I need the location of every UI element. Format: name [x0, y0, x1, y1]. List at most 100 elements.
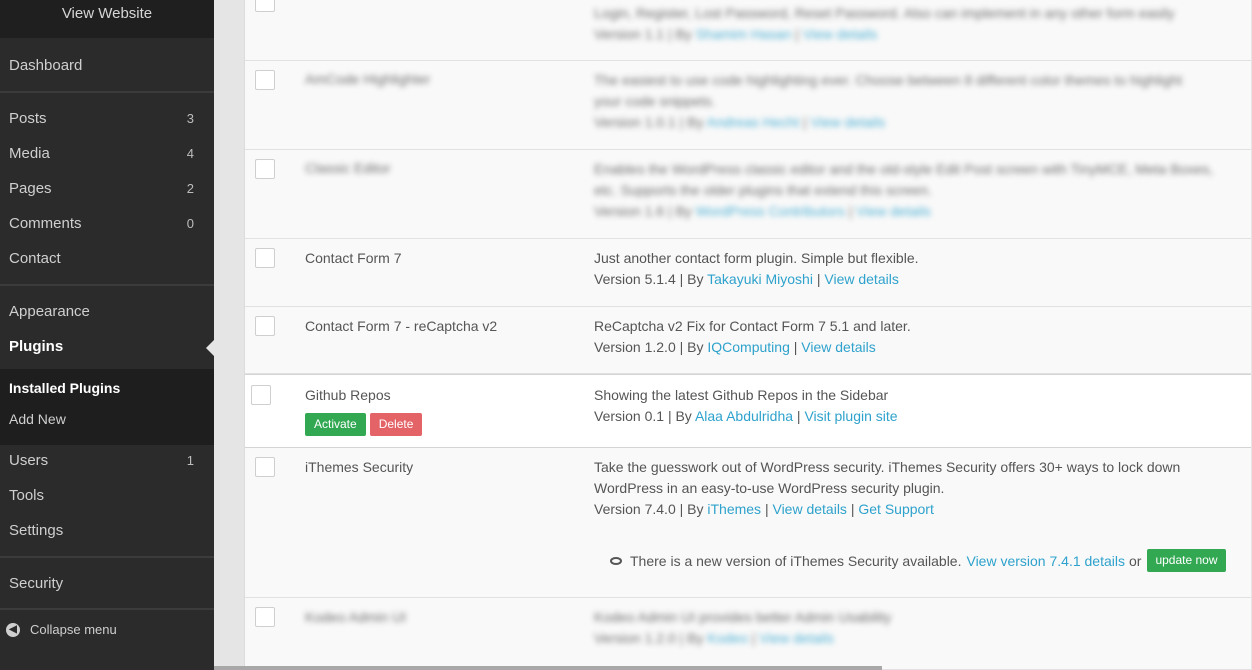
- plugin-version-line: Version 0.1 | By Alaa Abdulridha | Visit…: [594, 406, 1234, 427]
- plugin-row: Contact Form 7 Just another contact form…: [245, 239, 1251, 307]
- sidebar-separator: [0, 608, 214, 610]
- plugin-version: Version 1.2.0 | By: [594, 630, 704, 646]
- plugin-view-details-link[interactable]: View details: [759, 630, 833, 646]
- plugin-desc-line: your code snippets.: [594, 93, 716, 109]
- plugin-sep: |: [751, 630, 756, 646]
- plugin-view-details-link[interactable]: View details: [824, 271, 898, 287]
- plugin-sep: |: [796, 408, 801, 424]
- plugin-version-line: Version 1.1 | By Shamim Hasan | View det…: [594, 24, 1234, 45]
- sidebar-item-comments[interactable]: Comments 0: [0, 210, 214, 238]
- plugin-author-link[interactable]: Alaa Abdulridha: [695, 408, 793, 424]
- plugin-author-link[interactable]: Takayuki Miyoshi: [707, 271, 813, 287]
- plugins-list: Login, Register, Lost Password, Reset Pa…: [244, 0, 1251, 670]
- horizontal-scrollbar[interactable]: [214, 666, 882, 670]
- collapse-menu-label: Collapse menu: [30, 622, 117, 637]
- plugin-description: Just another contact form plugin. Simple…: [594, 248, 1234, 290]
- plugin-row: Contact Form 7 - reCaptcha v2 ReCaptcha …: [245, 307, 1251, 374]
- plugin-description: Take the guesswork out of WordPress secu…: [594, 457, 1234, 520]
- sidebar-item-appearance[interactable]: Appearance: [0, 298, 214, 326]
- plugin-checkbox[interactable]: [255, 316, 275, 336]
- plugin-author-link[interactable]: iThemes: [707, 501, 761, 517]
- plugin-view-details-link[interactable]: View details: [856, 203, 930, 219]
- plugin-author-link[interactable]: IQComputing: [707, 339, 789, 355]
- plugin-description: Login, Register, Lost Password, Reset Pa…: [594, 3, 1234, 45]
- plugin-get-support-link[interactable]: Get Support: [858, 501, 934, 517]
- plugin-row: Kodeo Admin UI Kodeo Admin UI provides b…: [245, 598, 1251, 670]
- plugin-site-link[interactable]: Visit plugin site: [804, 408, 897, 424]
- posts-count: 3: [186, 111, 194, 126]
- media-count: 4: [186, 146, 194, 161]
- plugin-desc-line: ReCaptcha v2 Fix for Contact Form 7 5.1 …: [594, 318, 911, 334]
- plugins-submenu: Installed Plugins Add New: [0, 369, 214, 445]
- update-now-button[interactable]: update now: [1147, 549, 1226, 572]
- update-icon: [610, 556, 622, 565]
- plugin-desc-line: The easiest to use code highlighting eve…: [594, 72, 1183, 88]
- plugin-desc-line: Enables the WordPress classic editor and…: [594, 161, 1214, 177]
- plugin-checkbox[interactable]: [255, 70, 275, 90]
- plugin-name: AmCode Highlighter: [305, 71, 431, 87]
- sidebar-separator: [0, 556, 214, 558]
- plugin-checkbox[interactable]: [251, 385, 271, 405]
- plugin-sep: |: [795, 26, 799, 42]
- plugin-desc-line: Showing the latest Github Repos in the S…: [594, 387, 889, 403]
- plugin-version-line: Version 1.2.0 | By IQComputing | View de…: [594, 337, 1234, 358]
- collapse-icon: ◀: [6, 623, 20, 637]
- sidebar-item-posts[interactable]: Posts 3: [0, 105, 214, 133]
- update-notice: There is a new version of iThemes Securi…: [610, 549, 1226, 572]
- sidebar-item-label: Media: [9, 145, 50, 162]
- plugin-author-link[interactable]: WordPress Contributors: [696, 203, 845, 219]
- plugin-view-details-link[interactable]: View details: [801, 339, 875, 355]
- plugin-checkbox[interactable]: [255, 457, 275, 477]
- plugin-version: Version 5.1.4 | By: [594, 271, 704, 287]
- sidebar-separator: [0, 91, 214, 93]
- comments-count: 0: [186, 216, 194, 231]
- submenu-add-new[interactable]: Add New: [0, 406, 214, 432]
- sidebar-item-users[interactable]: Users 1: [0, 447, 214, 475]
- plugin-desc-line: etc. Supports the older plugins that ext…: [594, 182, 932, 198]
- plugin-description: Enables the WordPress classic editor and…: [594, 159, 1234, 222]
- plugin-name: Github Repos: [305, 387, 391, 403]
- sidebar-item-dashboard[interactable]: Dashboard: [0, 52, 214, 80]
- sidebar-item-security[interactable]: Security: [0, 570, 214, 598]
- sidebar-item-settings[interactable]: Settings: [0, 517, 214, 545]
- users-count: 1: [186, 453, 194, 468]
- plugin-description: Kodeo Admin UI provides better Admin Usa…: [594, 607, 1234, 649]
- plugin-sep: |: [848, 203, 853, 219]
- sidebar-item-plugins[interactable]: Plugins: [0, 333, 214, 361]
- current-menu-pointer: [206, 340, 214, 356]
- plugin-version: Version 1.0.1 | By: [594, 114, 704, 130]
- delete-button[interactable]: Delete: [369, 413, 423, 436]
- sidebar-item-contact[interactable]: Contact: [0, 245, 214, 273]
- plugin-view-details-link[interactable]: View details: [772, 501, 846, 517]
- sidebar-item-label: Comments: [9, 215, 82, 232]
- submenu-installed-plugins[interactable]: Installed Plugins: [0, 375, 214, 401]
- plugin-view-details-link[interactable]: View details: [811, 114, 885, 130]
- view-website-link[interactable]: View Website: [0, 0, 214, 38]
- sidebar-item-media[interactable]: Media 4: [0, 140, 214, 168]
- sidebar-separator: [0, 284, 214, 286]
- sidebar-item-label: Posts: [9, 110, 47, 127]
- plugin-author-link[interactable]: Kodeo: [707, 630, 747, 646]
- plugin-row-github-repos: Github Repos Activate Delete Showing the…: [245, 374, 1251, 448]
- plugin-checkbox[interactable]: [255, 159, 275, 179]
- plugin-author-link[interactable]: Andreas Hecht: [707, 114, 800, 130]
- sidebar-item-tools[interactable]: Tools: [0, 482, 214, 510]
- activate-button[interactable]: Activate: [305, 413, 366, 436]
- collapse-menu-button[interactable]: ◀ Collapse menu: [6, 618, 117, 642]
- plugin-version: Version 1.6 | By: [594, 203, 692, 219]
- sidebar-item-label: Users: [9, 452, 49, 469]
- sidebar-item-pages[interactable]: Pages 2: [0, 175, 214, 203]
- plugin-view-details-link[interactable]: View details: [803, 26, 877, 42]
- plugin-desc-line: Kodeo Admin UI provides better Admin Usa…: [594, 609, 892, 625]
- plugin-checkbox[interactable]: [255, 607, 275, 627]
- plugin-author-link[interactable]: Shamim Hasan: [696, 26, 792, 42]
- update-notice-text: There is a new version of iThemes Securi…: [630, 552, 962, 569]
- plugin-row: Login, Register, Lost Password, Reset Pa…: [245, 0, 1251, 61]
- plugin-version: Version 7.4.0 | By: [594, 501, 704, 517]
- plugin-checkbox[interactable]: [255, 248, 275, 268]
- view-version-details-link[interactable]: View version 7.4.1 details: [966, 553, 1125, 569]
- plugin-sep: |: [816, 271, 821, 287]
- plugin-checkbox[interactable]: [255, 0, 275, 12]
- plugin-desc-line: Login, Register, Lost Password, Reset Pa…: [594, 5, 1175, 21]
- plugin-actions: Activate Delete: [305, 413, 423, 436]
